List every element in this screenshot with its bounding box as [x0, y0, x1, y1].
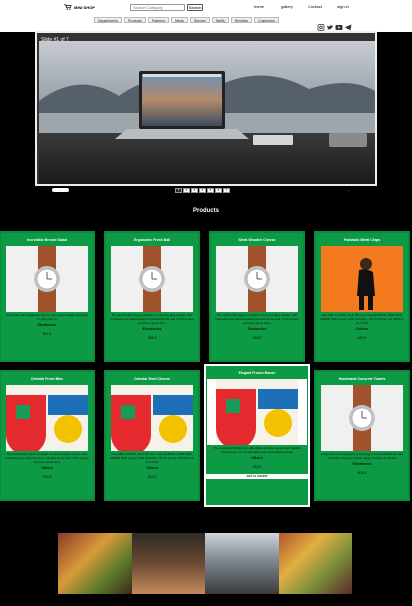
gallery-image-produce[interactable]: [278, 533, 352, 594]
product-name: Sleek Wooden Cheese: [238, 238, 276, 242]
product-category: Clothes: [355, 327, 369, 331]
search-button[interactable]: Search: [187, 4, 203, 11]
nav-contact[interactable]: Contact: [301, 4, 329, 9]
product-name: Fantastic Metal Chips: [344, 238, 380, 242]
product-card[interactable]: Incredible Bronze Salad Carbonite web go…: [0, 231, 95, 362]
youtube-icon[interactable]: [335, 18, 343, 30]
carousel-page-6[interactable]: 6: [215, 188, 222, 193]
product-price: 806 €: [357, 471, 367, 475]
brand-logo[interactable]: MINI SHOP: [64, 4, 95, 10]
hero-carousel[interactable]: Slide #1 of 7: [35, 31, 377, 186]
carousel-page-3[interactable]: 3: [191, 188, 198, 193]
product-name: Oriental Fresh Bike: [30, 377, 64, 381]
product-description: Carbonite web goalkeeper gloves are ergo…: [5, 313, 89, 321]
product-name: Incredible Bronze Salad: [27, 238, 67, 242]
product-card-featured[interactable]: Elegant Frozen Bacon The Apollotech B340…: [204, 364, 310, 507]
social-links: [317, 18, 352, 31]
product-image-book: [6, 385, 88, 451]
product-card[interactable]: Oriental Steel Cheese New ABC 13 9370, 1…: [104, 370, 200, 501]
product-price: 935 €: [252, 336, 262, 340]
top-nav: home gallery Contact sign in: [245, 4, 357, 9]
nav-gallery[interactable]: gallery: [273, 4, 301, 9]
product-description: The automobile layout consists of a fron…: [215, 313, 299, 325]
product-image-book: [207, 379, 307, 445]
gallery-image-market[interactable]: [58, 533, 132, 594]
category-customers[interactable]: Customers: [254, 17, 279, 23]
product-category: Electronics: [247, 327, 267, 331]
nav-sign-in[interactable]: sign in: [329, 4, 357, 9]
carousel-page-5[interactable]: 5: [207, 188, 214, 193]
product-image-watch: [6, 246, 88, 312]
carousel-next-button[interactable]: ›: [348, 188, 349, 193]
cart-icon: [64, 4, 72, 10]
product-name: Elegant Frozen Bacon: [238, 371, 276, 375]
product-card[interactable]: Oriental Fresh Bike The automobile layou…: [0, 370, 95, 501]
brand-name: MINI SHOP: [74, 4, 95, 10]
product-description: The automobile layout consists of a fron…: [5, 452, 89, 464]
category-news[interactable]: News: [171, 17, 188, 23]
product-description: New ABC 13 9370, 13.3, 5th Gen CoreA5-82…: [110, 452, 194, 464]
nav-home[interactable]: home: [245, 4, 273, 9]
product-price: 182 €: [252, 465, 262, 469]
product-image-girl: [321, 246, 403, 312]
product-category: Electronics: [352, 462, 372, 466]
product-name: Handmade Concrete Towels: [338, 377, 386, 381]
gallery-image-laptop[interactable]: [205, 533, 279, 594]
product-card[interactable]: Fantastic Metal Chips New ABC 13 9370, 1…: [314, 231, 410, 362]
product-category: Others: [251, 456, 263, 460]
search-form: Search: [130, 4, 203, 11]
twitter-icon[interactable]: [326, 18, 334, 30]
product-category: Electronics: [37, 323, 57, 327]
category-partners[interactable]: Partners: [147, 17, 170, 23]
category-service[interactable]: Service: [189, 17, 210, 23]
product-price: 363 €: [147, 475, 157, 479]
product-image-watch: [111, 246, 193, 312]
gallery-image-leather[interactable]: [131, 533, 205, 594]
product-category: Others: [146, 466, 158, 470]
product-image-book: [111, 385, 193, 451]
instagram-icon[interactable]: [317, 18, 325, 31]
carousel-page-4[interactable]: 4: [199, 188, 206, 193]
product-image-watch: [216, 246, 298, 312]
product-price: 551 €: [42, 332, 52, 336]
telegram-icon[interactable]: [344, 18, 352, 31]
carousel-page-7[interactable]: 7: [223, 188, 230, 193]
photo-gallery: [58, 533, 352, 594]
top-bar: MINI SHOP Search home gallery Contact si…: [0, 0, 412, 32]
product-description: New ABC 13 9370, 13.3, 5th Gen CoreA5-82…: [320, 313, 404, 325]
product-description: Andy shoes are designed to keeping in mi…: [321, 452, 403, 460]
carousel-pagination: 1 2 3 4 5 6 7: [175, 188, 230, 193]
category-products[interactable]: Products: [124, 17, 146, 23]
product-description: The Apollotech B340 is an affordable wir…: [213, 446, 301, 454]
carousel-page-1[interactable]: 1: [175, 188, 182, 193]
product-card[interactable]: Sleek Wooden Cheese The automobile layou…: [209, 231, 305, 362]
category-nav: Departments Products Partners News Servi…: [94, 17, 279, 23]
slide-counter: Slide #1 of 7: [41, 37, 69, 43]
search-input[interactable]: [130, 4, 185, 11]
carousel-page-2[interactable]: 2: [183, 188, 190, 193]
product-price: 455 €: [147, 336, 157, 340]
product-category: Others: [41, 466, 53, 470]
product-price: 439 €: [357, 336, 367, 340]
product-category: Electronics: [142, 327, 162, 331]
product-card[interactable]: Ergonomic Fresh Ball The automobile layo…: [104, 231, 200, 362]
product-card[interactable]: Handmade Concrete Towels Andy shoes are …: [314, 370, 410, 501]
carousel-prev-button[interactable]: ‹: [52, 188, 69, 192]
products-heading: Products: [192, 208, 219, 214]
product-image-watch: [321, 385, 403, 451]
add-to-basket-button[interactable]: add to basket: [206, 474, 308, 479]
category-tariffs[interactable]: Tariffs: [211, 17, 229, 23]
category-reviews[interactable]: Reviews: [230, 17, 253, 23]
category-departments[interactable]: Departments: [94, 17, 123, 23]
product-price: 953 €: [42, 475, 52, 479]
product-name: Ergonomic Fresh Ball: [133, 238, 171, 242]
product-name: Oriental Steel Cheese: [134, 377, 170, 381]
slide-image-laptop-lake: [39, 41, 375, 184]
product-description: The automobile layout consists of a fron…: [110, 313, 194, 325]
